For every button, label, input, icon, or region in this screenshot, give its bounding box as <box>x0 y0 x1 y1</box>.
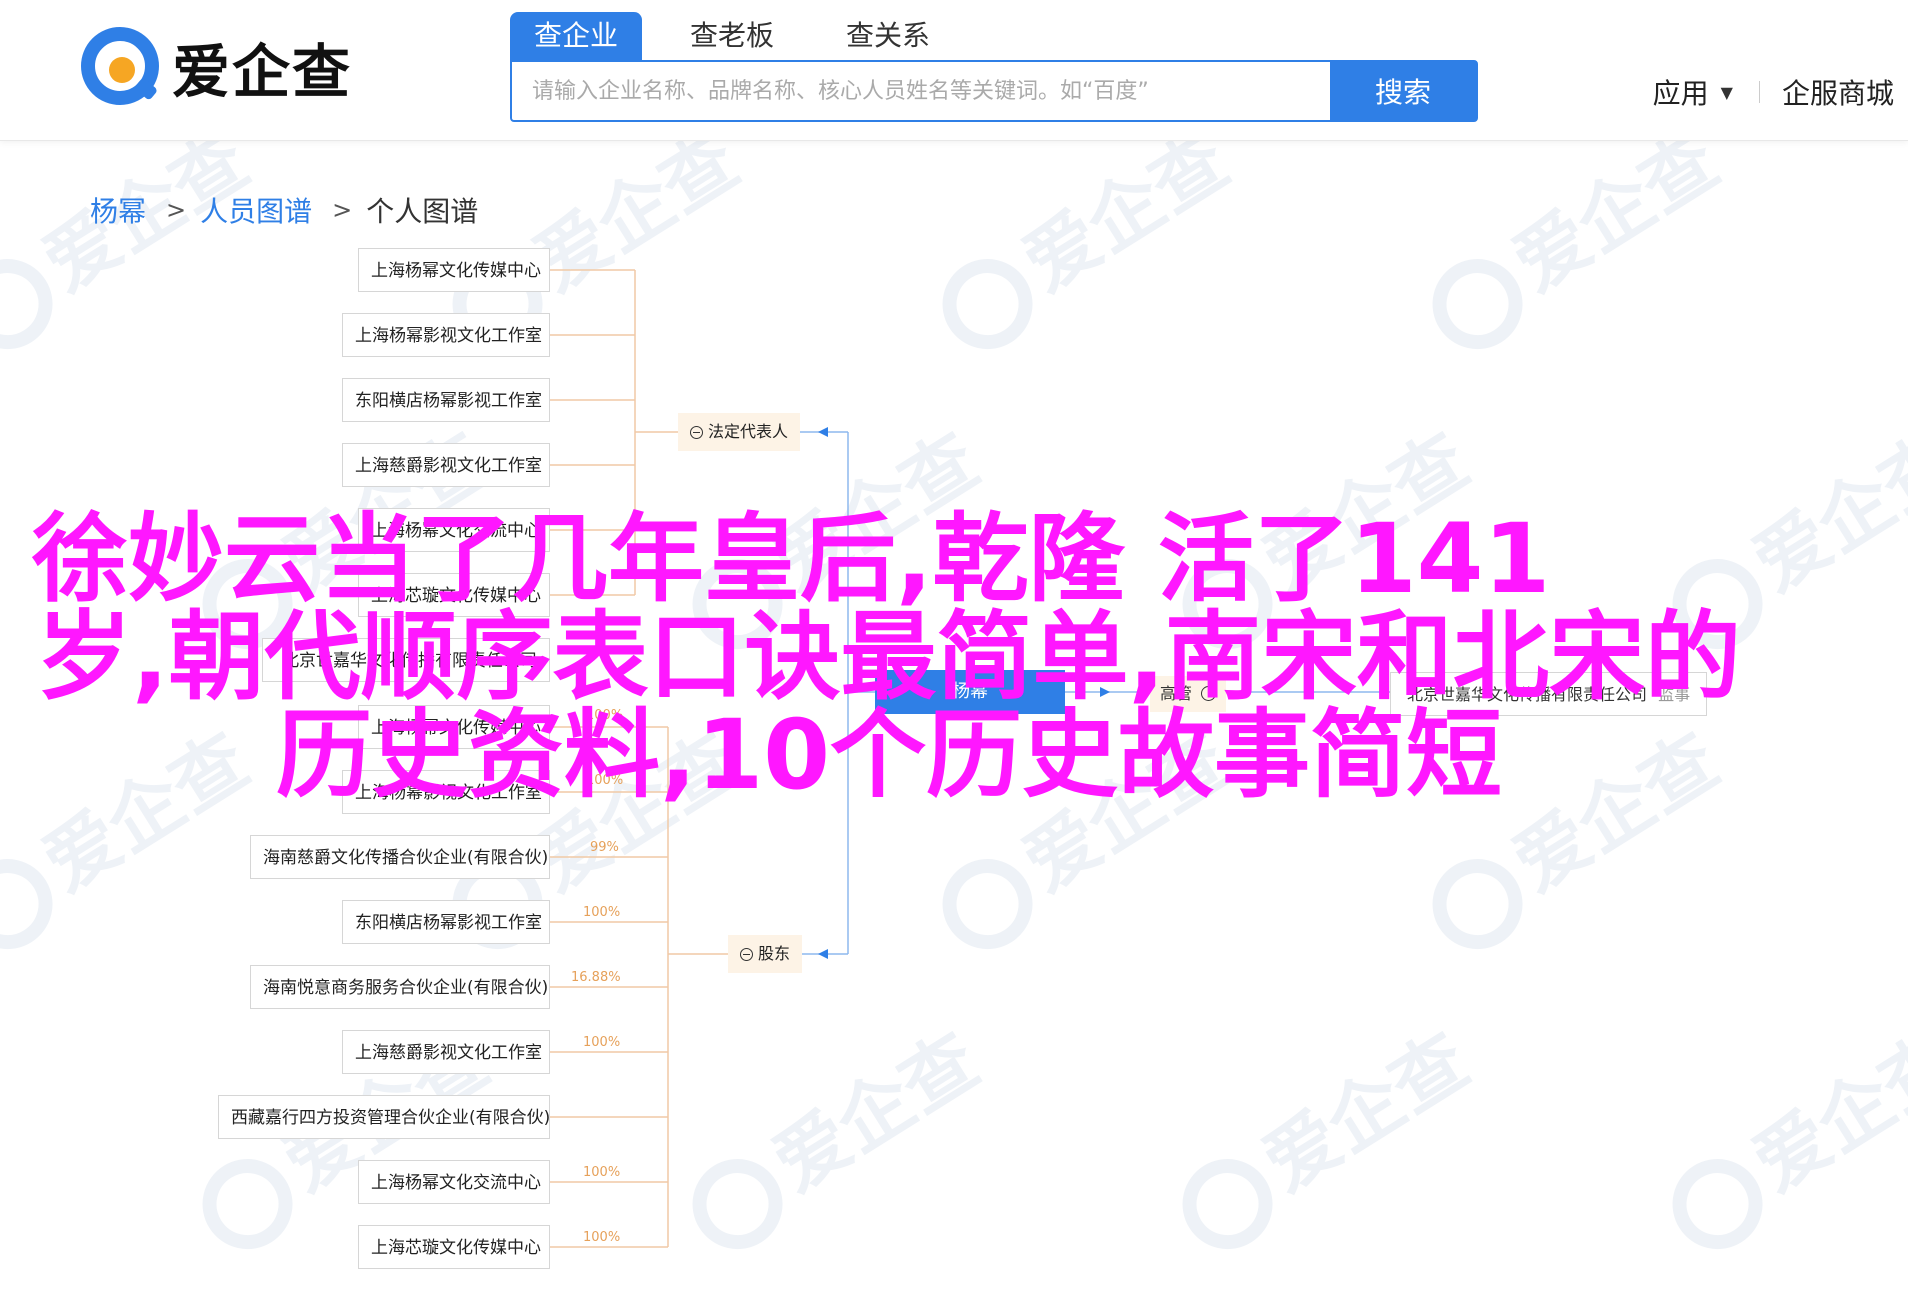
top-header: 爱企查 查企业 查老板 查关系 搜索 应用 ▼ 企服商城 <box>0 0 1908 141</box>
share-percent: 100% <box>583 1230 621 1245</box>
shareholder-label[interactable]: 股东 <box>728 935 803 973</box>
shareholder-text: 股东 <box>758 944 791 963</box>
caret-down-icon: ▼ <box>1720 82 1733 102</box>
breadcrumb: 杨幂 > 人员图谱 > 个人图谱 <box>90 190 478 230</box>
shareholder-company[interactable]: 海南慈爵文化传播合伙企业(有限合伙) <box>250 835 550 879</box>
legal-rep-label[interactable]: 法定代表人 <box>678 413 801 451</box>
search-button[interactable]: 搜索 <box>1330 62 1476 120</box>
chevron-right-icon: > <box>332 196 353 224</box>
logo-icon <box>81 27 159 105</box>
share-percent: 100% <box>583 1165 621 1180</box>
chevron-right-icon: > <box>166 196 187 224</box>
tab-search-boss[interactable]: 查老板 <box>666 12 798 60</box>
headline-line-3: 历史资料,10个历史故事简短 <box>276 699 1503 811</box>
legal-rep-company[interactable]: 东阳横店杨幂影视工作室 <box>342 378 550 422</box>
breadcrumb-person[interactable]: 杨幂 <box>90 190 146 230</box>
share-percent: 16.88% <box>571 970 621 985</box>
apps-label: 应用 <box>1652 77 1709 110</box>
shareholder-company[interactable]: 海南悦意商务服务合伙企业(有限合伙) <box>250 965 550 1009</box>
header-right: 应用 ▼ 企服商城 <box>1653 72 1894 112</box>
headline-overlay: 徐妙云当了几年皇后,乾隆 活了141 岁,朝代顺序表口诀最简单,南宋和北宋的 历… <box>0 510 1908 804</box>
shareholder-company[interactable]: 上海慈爵影视文化工作室 <box>342 1030 550 1074</box>
logo-text: 爱企查 <box>172 38 353 106</box>
apps-menu[interactable]: 应用 ▼ <box>1653 72 1733 112</box>
shareholder-company[interactable]: 上海杨幂文化交流中心 <box>358 1160 550 1204</box>
legal-rep-text: 法定代表人 <box>708 422 789 441</box>
collapse-icon[interactable] <box>690 426 703 439</box>
tab-search-relation[interactable]: 查关系 <box>822 12 954 60</box>
enterprise-mall-link[interactable]: 企服商城 <box>1782 72 1894 112</box>
logo[interactable]: 爱企查 <box>78 24 352 110</box>
breadcrumb-people-graph[interactable]: 人员图谱 <box>200 190 312 230</box>
search-box: 搜索 <box>510 60 1478 122</box>
headline-line-2: 岁,朝代顺序表口诀最简单,南宋和北宋的 <box>36 601 1741 713</box>
legal-rep-company[interactable]: 上海慈爵影视文化工作室 <box>342 443 550 487</box>
share-percent: 100% <box>583 905 621 920</box>
legal-rep-company[interactable]: 上海杨幂文化传媒中心 <box>358 248 550 292</box>
headline-line-1: 徐妙云当了几年皇后,乾隆 活了141 <box>32 503 1551 615</box>
collapse-icon[interactable] <box>740 948 753 961</box>
legal-rep-company[interactable]: 上海杨幂影视文化工作室 <box>342 313 550 357</box>
share-percent: 100% <box>583 1035 621 1050</box>
shareholder-company[interactable]: 东阳横店杨幂影视工作室 <box>342 900 550 944</box>
header-divider <box>1758 81 1760 103</box>
search-input[interactable] <box>512 62 1330 120</box>
shareholder-company[interactable]: 上海芯璇文化传媒中心 <box>358 1225 550 1269</box>
shareholder-company[interactable]: 西藏嘉行四方投资管理合伙企业(有限合伙) <box>218 1095 550 1139</box>
share-percent: 99% <box>590 840 619 855</box>
search-tabs: 查企业 查老板 查关系 <box>510 12 978 60</box>
tab-search-company[interactable]: 查企业 <box>510 12 642 60</box>
breadcrumb-current: 个人图谱 <box>366 195 479 228</box>
